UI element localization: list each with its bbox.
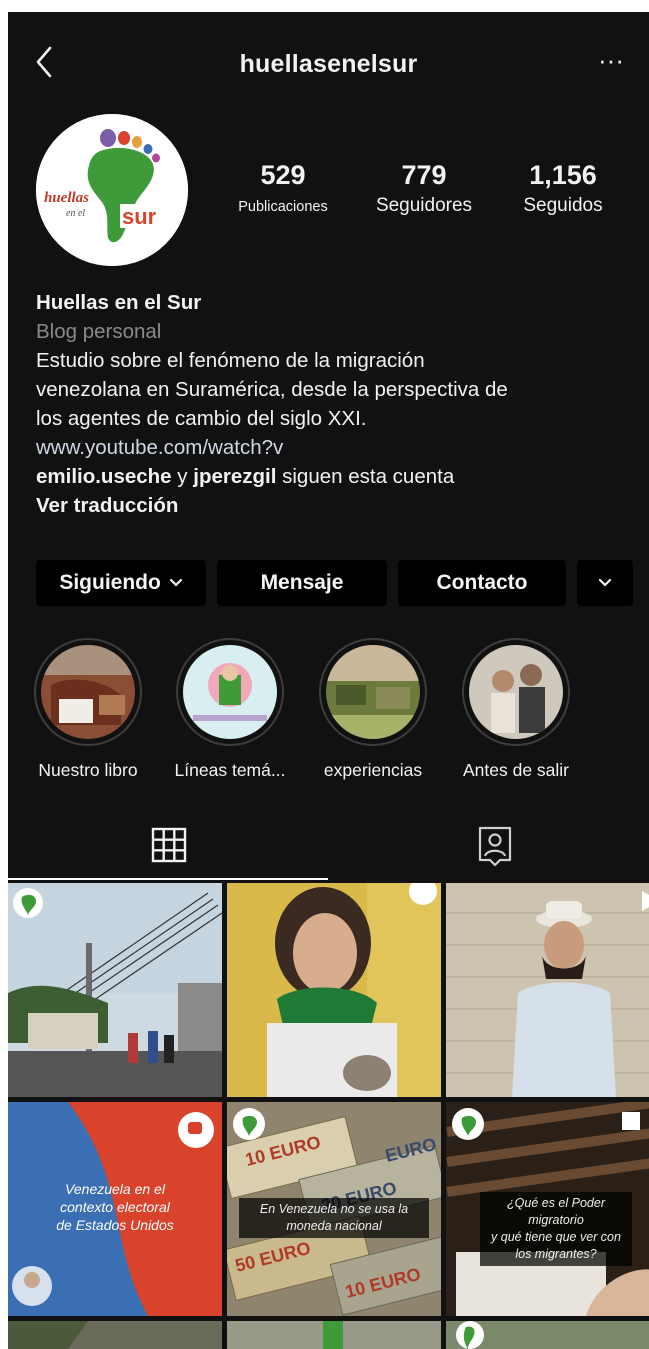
top-bar: huellasenelsur ··· bbox=[8, 12, 649, 112]
following-value: 1,156 bbox=[529, 160, 597, 190]
following-label: Seguidos bbox=[523, 195, 603, 216]
post-thumbnail[interactable] bbox=[8, 1321, 222, 1349]
highlight-image bbox=[41, 645, 135, 739]
huellas-logo: huellas en el sur bbox=[36, 114, 188, 266]
more-options-button[interactable]: ··· bbox=[591, 47, 631, 78]
highlight-image bbox=[469, 645, 563, 739]
followers-count[interactable]: 779 Seguidores bbox=[358, 160, 490, 217]
more-icon: ··· bbox=[598, 45, 624, 75]
follower-user-2[interactable]: jperezgil bbox=[193, 465, 276, 488]
active-tab-indicator bbox=[8, 878, 328, 880]
bio-line-3: los agentes de cambio del siglo XXI. bbox=[36, 407, 367, 430]
post-thumbnail[interactable] bbox=[446, 1321, 649, 1349]
logo-text-left: huellas bbox=[44, 190, 89, 206]
highlight-label: experiencias bbox=[323, 760, 423, 780]
post-thumbnail[interactable] bbox=[446, 883, 649, 1097]
highlight-image bbox=[183, 645, 277, 739]
highlight-antes-de-salir[interactable]: Antes de salir bbox=[444, 638, 588, 781]
highlight-label: Líneas temá... bbox=[174, 760, 286, 780]
highlight-image bbox=[326, 645, 420, 739]
profile-bio: Huellas en el Sur Blog personal Estudio … bbox=[36, 288, 642, 520]
post-caption-text: En Venezuela no se usa la moneda nacional bbox=[239, 1198, 429, 1238]
highlight-nuestro-libro[interactable]: Nuestro libro bbox=[16, 638, 160, 781]
followed-by[interactable]: emilio.useche y jperezgil siguen esta cu… bbox=[36, 462, 642, 491]
posts-count[interactable]: 529 Publicaciones bbox=[218, 160, 348, 215]
page-title: huellasenelsur bbox=[239, 50, 418, 78]
highlight-lineas-tematicas[interactable]: Líneas temá... bbox=[158, 638, 302, 781]
following-count[interactable]: 1,156 Seguidos bbox=[504, 160, 622, 217]
message-button[interactable]: Mensaje bbox=[217, 560, 387, 606]
profile-category: Blog personal bbox=[36, 320, 162, 343]
highlight-experiencias[interactable]: experiencias bbox=[301, 638, 445, 781]
posts-value: 529 bbox=[260, 160, 306, 190]
posts-label: Publicaciones bbox=[238, 199, 328, 215]
highlight-label: Antes de salir bbox=[462, 760, 570, 780]
post-image bbox=[227, 1321, 441, 1349]
profile-screen: huellasenelsur ··· huellas en el sur 529… bbox=[8, 12, 649, 1349]
logo-text-right: sur bbox=[122, 204, 157, 229]
followers-label: Seguidores bbox=[375, 195, 473, 216]
tab-grid[interactable] bbox=[144, 822, 194, 868]
profile-link[interactable]: www.youtube.com/watch?v bbox=[36, 433, 642, 462]
suggestions-button[interactable] bbox=[577, 560, 633, 606]
tagged-icon bbox=[478, 826, 512, 867]
bio-line-1: Estudio sobre el fenómeno de la migració… bbox=[36, 349, 425, 372]
post-thumbnail[interactable]: 10 EURO 20 EURO 50 EURO 10 EURO EURO En … bbox=[227, 1102, 441, 1316]
post-image bbox=[446, 883, 649, 1097]
post-image bbox=[446, 1321, 649, 1349]
followed-by-connector: y bbox=[171, 465, 194, 488]
post-image bbox=[8, 883, 222, 1097]
post-thumbnail[interactable]: ¿Qué es el Poder migratorio y qué tiene q… bbox=[446, 1102, 649, 1316]
following-button[interactable]: Siguiendo bbox=[36, 560, 206, 606]
contact-button[interactable]: Contacto bbox=[398, 560, 566, 606]
highlight-label: Nuestro libro bbox=[38, 760, 138, 780]
post-image bbox=[227, 883, 441, 1097]
post-thumbnail[interactable] bbox=[227, 883, 441, 1097]
grid-icon bbox=[151, 827, 187, 863]
profile-name: Huellas en el Sur bbox=[36, 291, 202, 314]
followers-value: 779 bbox=[401, 160, 447, 190]
followed-by-suffix: siguen esta cuenta bbox=[276, 465, 455, 488]
logo-text-sub: en el bbox=[66, 208, 85, 219]
translate-link[interactable]: Ver traducción bbox=[36, 491, 642, 520]
post-thumbnail[interactable] bbox=[227, 1321, 441, 1349]
profile-avatar[interactable]: huellas en el sur bbox=[36, 114, 188, 266]
tab-tagged[interactable] bbox=[470, 822, 520, 868]
chevron-down-icon bbox=[598, 579, 612, 588]
following-label: Siguiendo bbox=[59, 571, 161, 594]
bio-line-2: venezolana en Suramérica, desde la persp… bbox=[36, 378, 508, 401]
follower-user-1[interactable]: emilio.useche bbox=[36, 465, 172, 488]
post-caption-text: ¿Qué es el Poder migratorio y qué tiene q… bbox=[480, 1192, 632, 1266]
post-thumbnail[interactable]: Venezuela en el contexto electoral de Esta… bbox=[8, 1102, 222, 1316]
post-image bbox=[8, 1321, 222, 1349]
post-thumbnail[interactable] bbox=[8, 883, 222, 1097]
post-caption-text: Venezuela en el contexto electoral de Esta… bbox=[56, 1181, 174, 1233]
chevron-down-icon bbox=[169, 579, 182, 588]
